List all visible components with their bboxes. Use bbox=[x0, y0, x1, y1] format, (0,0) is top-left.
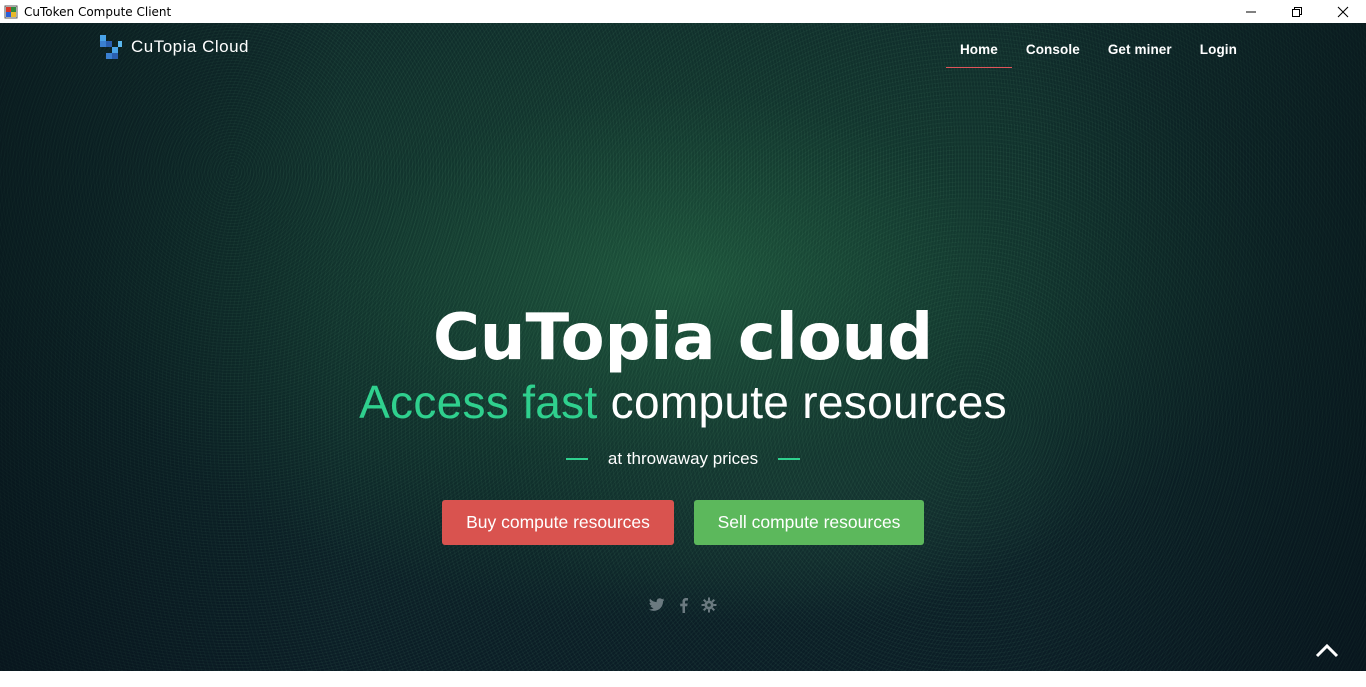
cutopia-logo-icon bbox=[97, 33, 125, 61]
nav-link-login[interactable]: Login bbox=[1186, 37, 1251, 68]
app-icon bbox=[4, 5, 18, 19]
facebook-icon[interactable] bbox=[674, 596, 692, 614]
hero-subtitle-accent: Access fast bbox=[359, 376, 598, 428]
hero-section: CuTopia cloud Access fast compute resour… bbox=[0, 23, 1366, 671]
social-links bbox=[0, 596, 1366, 614]
minimize-icon[interactable] bbox=[1228, 0, 1274, 23]
nav-link-console[interactable]: Console bbox=[1012, 37, 1094, 68]
brand-name: CuTopia Cloud bbox=[131, 37, 250, 56]
buy-compute-button[interactable]: Buy compute resources bbox=[442, 500, 674, 545]
restore-icon[interactable] bbox=[1274, 0, 1320, 23]
twitter-icon[interactable] bbox=[648, 596, 666, 614]
window-title: CuToken Compute Client bbox=[24, 4, 172, 19]
hero-subtitle: Access fast compute resources bbox=[0, 375, 1366, 429]
hero-subtitle-rest: compute resources bbox=[610, 376, 1007, 428]
nav-link-get-miner[interactable]: Get miner bbox=[1094, 37, 1186, 68]
cta-buttons: Buy compute resources Sell compute resou… bbox=[0, 500, 1366, 545]
nav-link-home[interactable]: Home bbox=[945, 37, 1012, 68]
window-titlebar: CuToken Compute Client bbox=[0, 0, 1366, 23]
brand[interactable]: CuTopia Cloud bbox=[97, 33, 249, 61]
gear-icon[interactable] bbox=[700, 596, 718, 614]
close-icon[interactable] bbox=[1320, 0, 1366, 23]
nav-links: Home Console Get miner Login bbox=[945, 37, 1251, 68]
navbar: CuTopia Cloud Home Console Get miner Log… bbox=[0, 23, 1366, 79]
tagline-divider-right bbox=[778, 458, 801, 460]
window-bottom-edge bbox=[0, 671, 1366, 687]
tagline-row: at throwaway prices bbox=[0, 449, 1366, 469]
scroll-to-top-icon[interactable] bbox=[1312, 635, 1342, 665]
sell-compute-button[interactable]: Sell compute resources bbox=[694, 500, 924, 545]
tagline: at throwaway prices bbox=[607, 449, 759, 468]
hero-page: CuTopia Cloud Home Console Get miner Log… bbox=[0, 23, 1366, 671]
tagline-divider-left bbox=[565, 458, 588, 460]
hero-title: CuTopia cloud bbox=[432, 301, 934, 375]
